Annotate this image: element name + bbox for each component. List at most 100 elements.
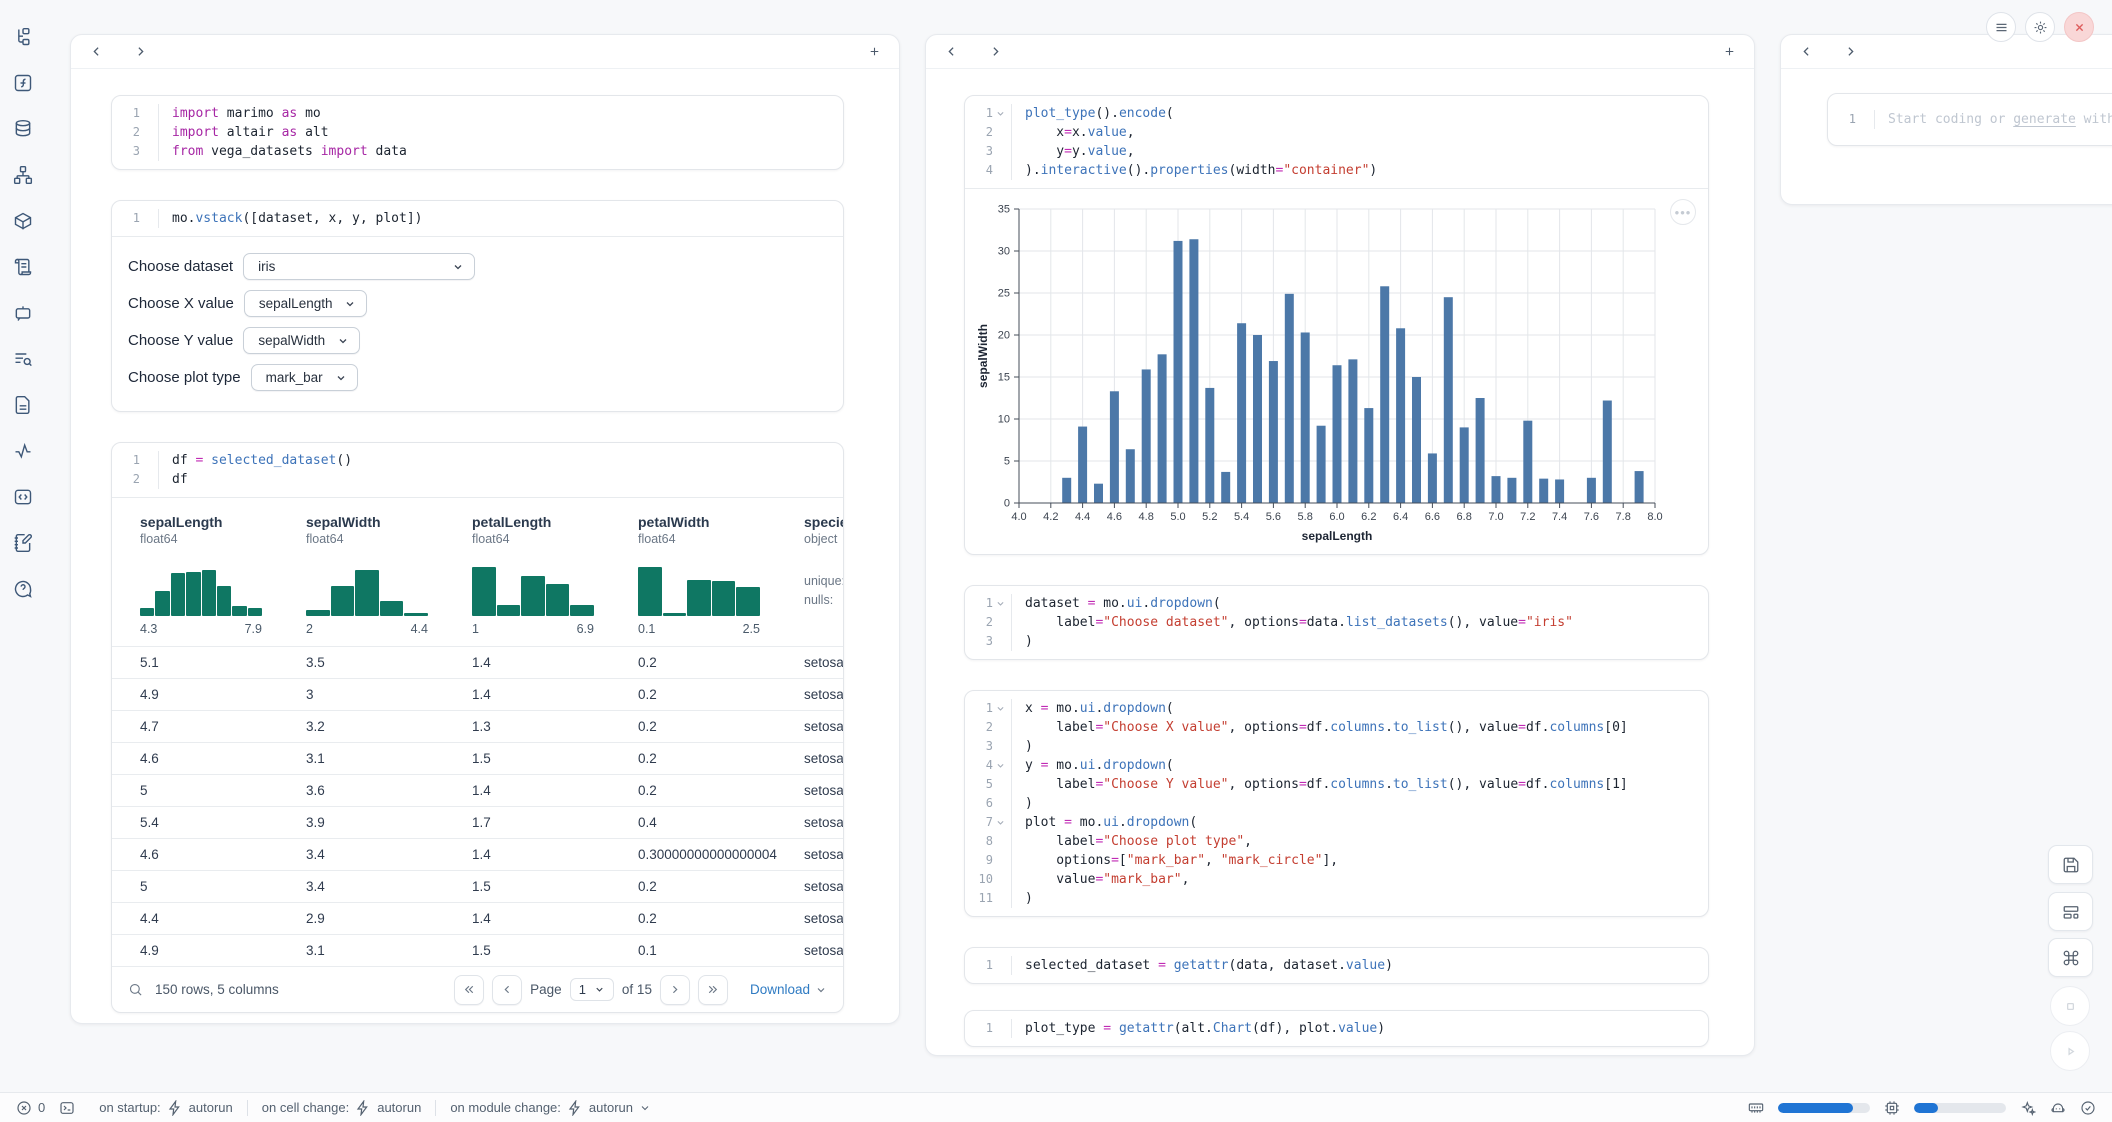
next-page-button[interactable] (660, 975, 690, 1005)
tracing-icon[interactable] (8, 436, 38, 466)
on-cell-change-setting[interactable]: on cell change: autorun (262, 1100, 422, 1116)
settings-button[interactable] (2025, 12, 2055, 42)
stop-icon (2062, 998, 2079, 1015)
page-select[interactable]: 1 (570, 978, 614, 1001)
add-cell-icon[interactable] (865, 43, 883, 61)
chevron-left-icon[interactable] (942, 43, 960, 61)
dropdown-label: Choose X value (128, 295, 234, 312)
add-cell-icon[interactable] (1720, 43, 1738, 61)
ai-sparkles-icon[interactable] (2020, 1100, 2036, 1116)
chevron-right-icon[interactable] (986, 43, 1004, 61)
table-row[interactable]: 4.93.11.50.1setosa (112, 934, 843, 966)
first-page-button[interactable] (454, 975, 484, 1005)
column-histogram (140, 560, 262, 616)
on-startup-setting[interactable]: on startup: autorun (99, 1100, 233, 1116)
copilot-icon[interactable] (2050, 1100, 2066, 1116)
chevron-down-icon (639, 1102, 651, 1114)
chart-bar (1460, 427, 1469, 503)
chevron-left-icon[interactable] (1797, 43, 1815, 61)
table-row[interactable]: 4.63.41.40.30000000000000004setosa (112, 838, 843, 870)
on-module-change-setting[interactable]: on module change: autorun (450, 1100, 651, 1116)
svg-text:4.4: 4.4 (1075, 511, 1090, 523)
table-row[interactable]: 5.13.51.40.2setosa (112, 646, 843, 678)
cell-xyplot-dropdowns[interactable]: 1x = mo.ui.dropdown(2 label="Choose X va… (964, 690, 1709, 917)
database-icon[interactable] (8, 114, 38, 144)
column-1-header (71, 35, 899, 69)
prev-page-button[interactable] (492, 975, 522, 1005)
error-counter[interactable]: 0 (16, 1100, 45, 1116)
table-cell: 3.1 (306, 935, 472, 966)
table-cell: 1.5 (472, 743, 638, 774)
table-column-header[interactable]: petalWidthfloat640.12.5 (638, 514, 804, 646)
generate-link[interactable]: generate (2013, 112, 2076, 127)
stop-button[interactable] (2050, 986, 2090, 1026)
plot-type-select[interactable]: mark_bar (251, 364, 358, 391)
package-icon[interactable] (8, 206, 38, 236)
x-value-select[interactable]: sepalLength (244, 290, 368, 317)
cell-dataset-dropdown[interactable]: 1dataset = mo.ui.dropdown(2 label="Choos… (964, 585, 1709, 660)
chart-bar (1587, 478, 1596, 503)
code-line: 2 label="Choose X value", options=df.col… (965, 718, 1698, 737)
table-column-header[interactable]: petalLengthfloat6416.9 (472, 514, 638, 646)
dropdown-row: Choose X value sepalLength (128, 290, 825, 317)
cell-plot[interactable]: 1plot_type().encode(2 x=x.value,3 y=y.va… (964, 95, 1709, 555)
download-button[interactable]: Download (750, 982, 827, 997)
cell-vstack[interactable]: 1mo.vstack([dataset, x, y, plot]) Choose… (111, 200, 844, 412)
line-number: 3 (965, 737, 993, 756)
save-button[interactable] (2048, 845, 2093, 884)
cell-plot-type[interactable]: 1plot_type = getattr(alt.Chart(df), plot… (964, 1010, 1709, 1047)
search-icon[interactable] (128, 982, 143, 997)
table-row[interactable]: 53.61.40.2setosa (112, 774, 843, 806)
code-line: 1x = mo.ui.dropdown( (965, 699, 1698, 718)
chat-bot-icon[interactable] (8, 298, 38, 328)
notebook-pen-icon[interactable] (8, 528, 38, 558)
file-tree-icon[interactable] (8, 22, 38, 52)
setting-value: autorun (589, 1100, 633, 1115)
table-row[interactable]: 4.931.40.2setosa (112, 678, 843, 710)
connection-check-icon[interactable] (2080, 1100, 2096, 1116)
chart-bar (1062, 478, 1071, 503)
dependency-graph-icon[interactable] (8, 160, 38, 190)
code-placeholder[interactable]: Start coding or generate with (1874, 110, 2112, 129)
table-cell: 0.4 (638, 807, 804, 838)
line-number: 1 (1828, 110, 1856, 129)
altair-chart[interactable]: 051015202530354.04.24.44.64.85.05.25.45.… (975, 201, 1700, 552)
chevron-right-icon[interactable] (131, 43, 149, 61)
table-row[interactable]: 53.41.50.2setosa (112, 870, 843, 902)
chevron-down-icon (344, 298, 356, 310)
snippets-icon[interactable] (8, 482, 38, 512)
table-cell: 2.9 (306, 903, 472, 934)
document-icon[interactable] (8, 390, 38, 420)
table-column-header[interactable]: sepalWidthfloat6424.4 (306, 514, 472, 646)
chart-bar (1523, 421, 1532, 503)
help-icon[interactable] (8, 574, 38, 604)
table-row[interactable]: 4.63.11.50.2setosa (112, 742, 843, 774)
last-page-button[interactable] (698, 975, 728, 1005)
table-row[interactable]: 4.42.91.40.2setosa (112, 902, 843, 934)
line-number: 1 (965, 699, 993, 718)
table-header: sepalLengthfloat644.37.9sepalWidthfloat6… (112, 498, 843, 646)
scratchpad-search-icon[interactable] (8, 344, 38, 374)
table-column-header[interactable]: speciesobjectunique:nulls: (804, 514, 843, 646)
cell-dataframe[interactable]: 1df = selected_dataset()2df sepalLengthf… (111, 442, 844, 1013)
menu-button[interactable] (1986, 12, 2016, 42)
chevron-right-icon[interactable] (1841, 43, 1859, 61)
chart-actions-icon[interactable]: ••• (1670, 199, 1696, 225)
y-value-select[interactable]: sepalWidth (243, 327, 360, 354)
chart-bar (1174, 241, 1183, 503)
dataset-select[interactable]: iris (243, 253, 475, 280)
terminal-button[interactable] (59, 1100, 75, 1116)
chevron-left-icon[interactable] (87, 43, 105, 61)
run-button[interactable] (2050, 1031, 2090, 1071)
scroll-icon[interactable] (8, 252, 38, 282)
shortcuts-button[interactable] (2048, 938, 2093, 977)
cell-selected-dataset[interactable]: 1selected_dataset = getattr(data, datase… (964, 947, 1709, 984)
table-row[interactable]: 5.43.91.70.4setosa (112, 806, 843, 838)
layout-button[interactable] (2048, 892, 2093, 931)
table-column-header[interactable]: sepalLengthfloat644.37.9 (140, 514, 306, 646)
function-icon[interactable] (8, 68, 38, 98)
cell-empty[interactable]: 1 Start coding or generate with (1827, 93, 2112, 146)
cell-imports[interactable]: 1import marimo as mo2import altair as al… (111, 95, 844, 170)
table-row[interactable]: 4.73.21.30.2setosa (112, 710, 843, 742)
close-button[interactable] (2064, 12, 2094, 42)
